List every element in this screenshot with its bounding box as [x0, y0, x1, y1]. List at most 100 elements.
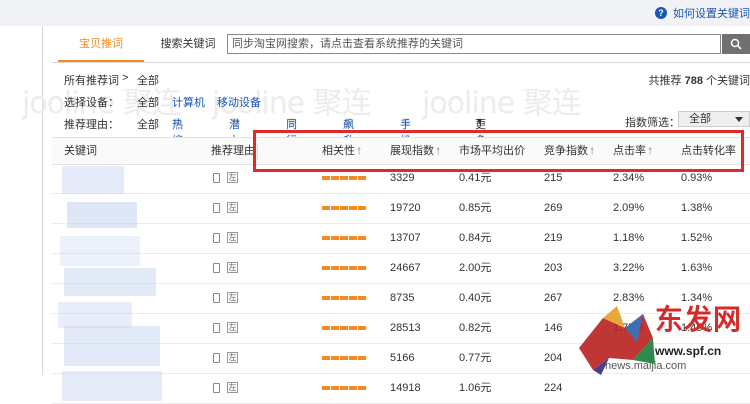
logo-subtitle: news.maijia.com [605, 360, 687, 372]
blurred-keyword [67, 202, 137, 228]
cell-ctr: 1.18% [613, 232, 645, 244]
table-row[interactable]: 左 19720 0.85元 269 2.09% 1.38% [52, 194, 750, 224]
reason-option-mobile[interactable]: 手机标 [400, 116, 411, 163]
mobile-icon [213, 293, 220, 303]
row-tag: 左 [227, 382, 238, 393]
cell-avg-price: 2.00元 [459, 262, 492, 274]
help-link-text[interactable]: 如何设置关键词 [673, 5, 750, 21]
relevance-bar [322, 206, 366, 210]
cell-avg-price: 1.06元 [459, 382, 492, 394]
breadcrumb-all[interactable]: 所有推荐词 [64, 72, 119, 88]
reason-option-hot[interactable]: 热搜词 [172, 116, 183, 163]
cell-ctr: 3.22% [613, 262, 645, 274]
reason-option-peer[interactable]: 同行词 [286, 116, 297, 163]
cell-competition: 224 [544, 382, 563, 394]
row-tag: 左 [227, 352, 238, 363]
relevance-bar [322, 386, 366, 390]
cell-impressions: 14918 [390, 382, 421, 394]
row-tag: 左 [227, 202, 238, 213]
index-filter-select[interactable]: 全部 [678, 111, 750, 127]
top-bar: ? 如何设置关键词 [0, 0, 750, 26]
blurred-keyword [58, 302, 132, 328]
total-suffix: 个关键词 [706, 75, 750, 87]
relevance-bar [322, 356, 366, 360]
cell-competition: 219 [544, 232, 563, 244]
cell-ctr: 2.09% [613, 202, 645, 214]
cell-competition: 267 [544, 292, 563, 304]
device-option-mobile[interactable]: 移动设备 [217, 94, 261, 110]
help-link[interactable]: ? 如何设置关键词 [655, 4, 750, 22]
help-icon: ? [655, 7, 667, 19]
tab-bar: 宝贝推词 搜索关键词 同步淘宝网搜索，请点击查看系统推荐的关键词 [52, 26, 750, 63]
index-filter-value: 全部 [689, 113, 711, 125]
search-icon [730, 38, 742, 50]
row-tag: 左 [227, 322, 238, 333]
cell-competition: 146 [544, 322, 563, 334]
total-count: 共推荐 788 个关键词 [649, 72, 750, 88]
mobile-icon [213, 323, 220, 333]
blurred-keyword [64, 326, 160, 366]
cell-cvr: 1.63% [681, 262, 713, 274]
table-row[interactable]: 左 24667 2.00元 203 3.22% 1.63% [52, 254, 750, 284]
row-tag: 左 [227, 262, 238, 273]
col-keyword: 关键词 [64, 145, 97, 157]
cell-avg-price: 0.84元 [459, 232, 492, 244]
blurred-keyword [62, 166, 124, 194]
mobile-icon [213, 263, 220, 273]
cell-competition: 203 [544, 262, 563, 274]
caret-down-icon [735, 117, 743, 122]
tab-item-recommend[interactable]: 宝贝推词 [58, 26, 144, 62]
mobile-icon [213, 173, 220, 183]
blurred-keyword [60, 236, 140, 266]
mobile-icon [213, 203, 220, 213]
total-prefix: 共推荐 [648, 75, 682, 87]
relevance-bar [322, 176, 366, 180]
relevance-bar [322, 266, 366, 270]
row-tag: 左 [227, 292, 238, 303]
search-input[interactable]: 同步淘宝网搜索，请点击查看系统推荐的关键词 [227, 34, 721, 54]
col-reason: 推荐理由 [211, 145, 255, 157]
reason-option-potential[interactable]: 潜力词 [229, 116, 240, 163]
row-tag: 左 [227, 232, 238, 243]
mobile-icon [213, 383, 220, 393]
cell-avg-price: 0.82元 [459, 322, 492, 334]
highlight-box [253, 130, 744, 172]
chevron-down-icon: ▼ [475, 116, 484, 126]
watermark: jooline 聚连 [422, 86, 582, 121]
index-filter-label: 指数筛选： [625, 117, 680, 129]
cell-cvr: 1.38% [681, 202, 713, 214]
blurred-keyword [62, 371, 162, 401]
cell-competition: 204 [544, 352, 563, 364]
breadcrumb-current: 全部 [137, 75, 159, 87]
logo-url: www.spf.cn [655, 344, 722, 358]
cell-impressions: 8735 [390, 292, 415, 304]
blurred-keyword [64, 268, 156, 296]
cell-competition: 269 [544, 202, 563, 214]
cell-impressions: 19720 [390, 202, 421, 214]
device-label: 选择设备： [64, 97, 119, 109]
row-tag: 左 [227, 172, 238, 183]
tab-search-keywords[interactable]: 搜索关键词 [150, 26, 226, 62]
relevance-bar [322, 236, 366, 240]
cell-avg-price: 0.85元 [459, 202, 492, 214]
cell-cvr: 1.52% [681, 232, 713, 244]
cell-impressions: 24667 [390, 262, 421, 274]
cell-impressions: 28513 [390, 322, 421, 334]
reason-option-rising[interactable]: 飙升词 [343, 116, 354, 163]
reason-option-all[interactable]: 全部 [137, 116, 159, 132]
cell-impressions: 5166 [390, 352, 415, 364]
cell-avg-price: 0.40元 [459, 292, 492, 304]
mobile-icon [213, 353, 220, 363]
cell-impressions: 13707 [390, 232, 421, 244]
table-row[interactable]: 左 13707 0.84元 219 1.18% 1.52% [52, 224, 750, 254]
search-button[interactable] [722, 34, 750, 54]
device-option-all[interactable]: 全部 [137, 94, 159, 110]
relevance-bar [322, 296, 366, 300]
reason-label: 推荐理由： [64, 119, 119, 131]
breadcrumb-sep: > [122, 72, 129, 84]
total-number: 788 [684, 75, 703, 87]
logo-title: 东发网 [655, 303, 743, 336]
relevance-bar [322, 326, 366, 330]
device-option-computer[interactable]: 计算机 [172, 94, 205, 110]
cell-avg-price: 0.77元 [459, 352, 492, 364]
